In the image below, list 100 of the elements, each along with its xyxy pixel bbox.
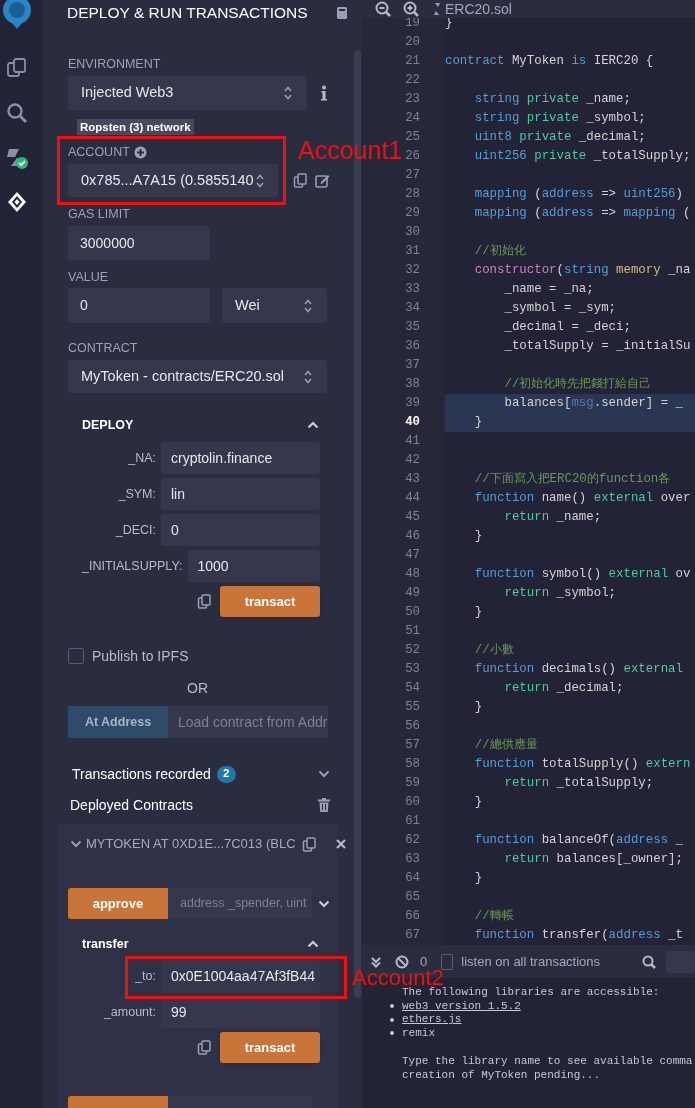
link[interactable]: web3 version 1.5.2: [402, 999, 521, 1013]
code-line: }: [473, 795, 483, 809]
bullet: [390, 1004, 394, 1009]
code-line: function symbol() external ov: [473, 567, 691, 581]
unit-select[interactable]: Wei: [222, 288, 327, 323]
code-line: }: [473, 700, 483, 714]
code-line: //初始化時先把錢打給自己: [503, 377, 652, 391]
code-line: _totalSupply = _initialSu: [503, 339, 691, 353]
compiler-icon[interactable]: [5, 146, 29, 170]
updown-icon: [282, 85, 294, 101]
line-number: 39: [405, 396, 420, 410]
code-line: }: [473, 529, 483, 543]
code-line: mapping (address => uint256): [473, 187, 683, 201]
search-icon[interactable]: [6, 102, 28, 124]
code-line: }: [473, 605, 483, 619]
updown-icon: [302, 297, 314, 314]
at-address-button[interactable]: At Address: [68, 706, 168, 738]
param-field[interactable]: 1000: [187, 550, 320, 582]
line-number: 34: [405, 301, 420, 315]
caret-up-icon[interactable]: [307, 938, 319, 950]
line-number: 64: [405, 871, 420, 885]
line-number: 37: [405, 358, 420, 372]
search-icon[interactable]: [642, 954, 657, 969]
code-line: uint8 private _decimal;: [473, 130, 646, 144]
code-line: }: [473, 871, 483, 885]
value-field[interactable]: 0: [68, 288, 210, 323]
console-text: The following libraries are accessible:: [402, 986, 660, 998]
contract-select[interactable]: MyToken - contracts/ERC20.sol: [68, 360, 327, 393]
account-select[interactable]: 0x785...A7A15 (0.5855140: [68, 164, 278, 197]
files-icon[interactable]: [6, 57, 28, 79]
line-number: 51: [405, 624, 420, 638]
line-number: 56: [405, 719, 420, 733]
line-number: 19: [405, 18, 420, 30]
chevron-down-icon[interactable]: [70, 840, 82, 848]
gas-limit-field[interactable]: 3000000: [68, 226, 210, 260]
book-icon[interactable]: [336, 6, 348, 20]
bullet: [390, 1031, 394, 1036]
count-badge: 2: [216, 765, 236, 783]
environment-select[interactable]: Injected Web3: [68, 76, 307, 110]
line-number: 27: [405, 168, 420, 182]
checkbox[interactable]: [68, 648, 84, 664]
plus-circle-icon[interactable]: [133, 145, 147, 159]
chevron-down-icon[interactable]: [318, 770, 330, 778]
line-number: 58: [405, 757, 420, 771]
zoom-out-icon[interactable]: [375, 1, 391, 17]
double-chevron-icon[interactable]: [370, 955, 382, 968]
clear-icon[interactable]: [395, 954, 409, 969]
code-line: return balances[_owner];: [503, 852, 683, 866]
line-number: 38: [405, 377, 420, 391]
line-number: 45: [405, 510, 420, 524]
line-number: 33: [405, 282, 420, 296]
line-number: 43: [405, 472, 420, 486]
annotation-label: Account2: [352, 970, 444, 986]
code-line: return _totalSupply;: [503, 776, 654, 790]
param-label: _INITIALSUPPLY:: [82, 557, 183, 575]
line-number: 44: [405, 491, 420, 505]
or-label: OR: [186, 679, 209, 694]
checkbox-label: Publish to IPFS: [92, 646, 189, 666]
code-line: }: [473, 415, 483, 429]
line-number: 52: [405, 643, 420, 657]
info-icon[interactable]: [320, 85, 328, 101]
code-line: //初始化: [473, 244, 526, 258]
code-line: contract MyToken is IERC20 {: [445, 54, 654, 68]
field-label: CONTRACT: [68, 340, 139, 356]
code-line: uint256 private _totalSupply;: [473, 149, 691, 163]
copy-icon[interactable]: [197, 594, 211, 609]
param-field[interactable]: 0x0E1004aa47Af3fB44: [161, 960, 320, 992]
pending-count: 0: [420, 952, 428, 970]
field-label: ENVIRONMENT: [68, 56, 162, 72]
field-label: ACCOUNT: [68, 144, 130, 160]
line-number: 55: [405, 700, 420, 714]
chevron-down-icon[interactable]: [318, 899, 330, 908]
line-number: 67: [405, 928, 420, 942]
trash-icon[interactable]: [318, 798, 330, 812]
copy-icon[interactable]: [293, 173, 307, 188]
deploy-icon[interactable]: [6, 191, 28, 213]
param-field[interactable]: 0: [161, 514, 320, 546]
section-title: Transactions recorded: [72, 764, 211, 784]
line-number: 42: [405, 453, 420, 467]
checkbox[interactable]: [441, 953, 454, 970]
param-field[interactable]: cryptolin.finance: [161, 442, 320, 474]
link[interactable]: ethers.js: [402, 1013, 462, 1027]
code-line: return _decimal;: [503, 681, 624, 695]
zoom-in-icon[interactable]: [403, 1, 419, 17]
network-badge: Ropsten (3) network: [77, 119, 194, 135]
edit-icon[interactable]: [315, 173, 330, 188]
line-number: 40: [405, 415, 420, 429]
caret-up-icon[interactable]: [307, 419, 319, 431]
code-line: return _symbol;: [503, 586, 617, 600]
close-icon[interactable]: [335, 839, 346, 849]
bullet: [390, 1017, 394, 1022]
line-number: 36: [405, 339, 420, 353]
line-number: 65: [405, 890, 420, 904]
copy-icon[interactable]: [197, 1040, 211, 1055]
copy-icon[interactable]: [301, 836, 316, 852]
console-text: remix: [402, 1026, 435, 1040]
line-number: 49: [405, 586, 420, 600]
param-field[interactable]: lin: [161, 478, 320, 510]
code-line: function balanceOf(address _: [473, 833, 683, 847]
line-number: 35: [405, 320, 420, 334]
